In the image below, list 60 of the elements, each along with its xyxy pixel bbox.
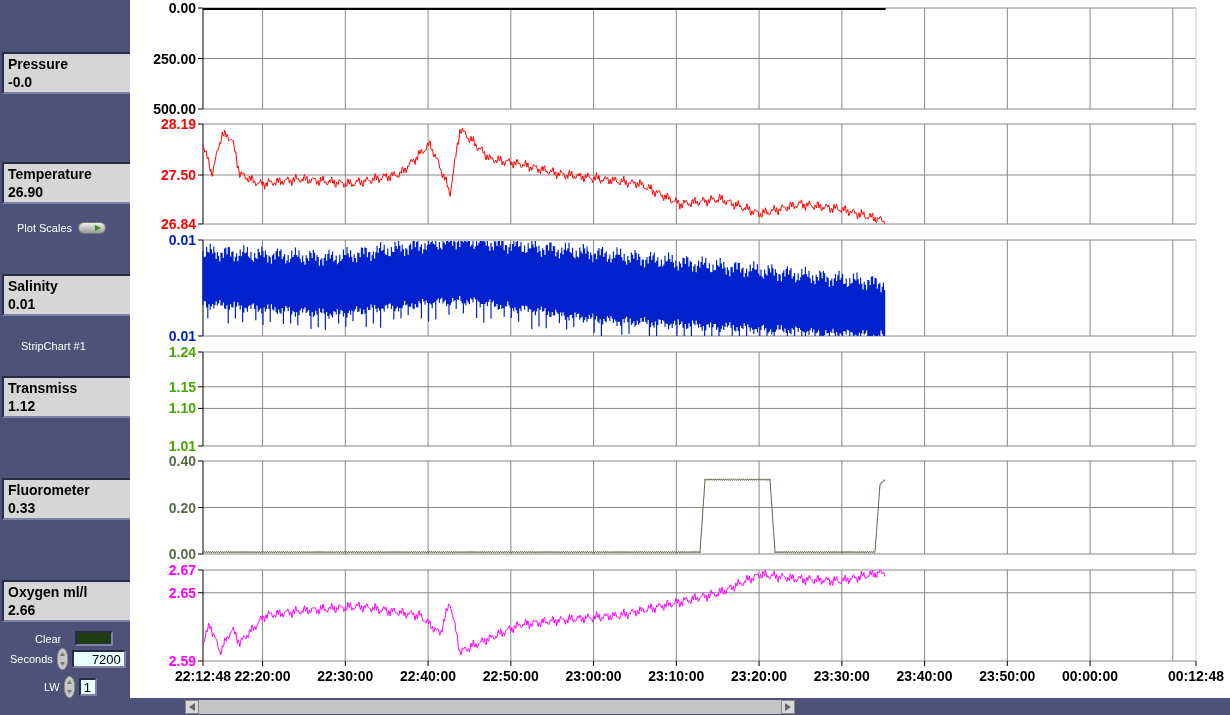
seconds-label: Seconds bbox=[10, 653, 53, 665]
indicator-label: Fluorometer bbox=[8, 481, 91, 499]
indicator-label: Pressure bbox=[8, 55, 69, 73]
time-axis-label: 00:00:00 bbox=[1062, 668, 1119, 684]
y-axis-label: 1.15 bbox=[168, 378, 196, 395]
seconds-field[interactable]: 7200 bbox=[71, 650, 126, 668]
lw-field[interactable]: 1 bbox=[78, 678, 97, 696]
y-axis-label: 0.00 bbox=[168, 546, 196, 562]
time-axis-label: 23:40:00 bbox=[896, 668, 953, 684]
indicator-label: Salinity bbox=[8, 277, 59, 295]
y-axis-label: 0.40 bbox=[168, 453, 196, 469]
indicator-label: Temperature bbox=[8, 165, 93, 183]
lw-label: LW bbox=[44, 681, 60, 693]
y-axis-label: 2.59 bbox=[168, 653, 196, 669]
left-arrow-icon bbox=[189, 702, 195, 711]
y-axis-label: 1.24 bbox=[168, 344, 196, 360]
clear-indicator[interactable] bbox=[75, 631, 114, 646]
indicator-value: 0.33 bbox=[8, 499, 37, 517]
y-axis-label: 0.20 bbox=[168, 499, 196, 516]
y-axis-label: 27.50 bbox=[160, 167, 196, 183]
time-axis-label: 22:12:48 bbox=[175, 668, 231, 684]
y-axis-label: 250.00 bbox=[153, 50, 196, 67]
time-axis-label: 22:20:00 bbox=[234, 668, 291, 684]
plot-scales-label: Plot Scales bbox=[17, 222, 73, 234]
indicator-value: 1.12 bbox=[8, 397, 37, 415]
strip-chart-label: StripChart #1 bbox=[21, 340, 87, 352]
time-axis-label: 23:30:00 bbox=[813, 668, 870, 684]
y-axis-label: 500.00 bbox=[153, 101, 196, 116]
indicator-value: 2.66 bbox=[8, 601, 37, 619]
y-axis-label: 26.84 bbox=[160, 216, 196, 232]
y-axis-label: 2.67 bbox=[168, 562, 196, 578]
time-axis-label: 23:00:00 bbox=[565, 668, 622, 684]
time-axis-label: 23:20:00 bbox=[731, 668, 788, 684]
scroll-left-button[interactable] bbox=[185, 699, 199, 714]
y-axis-label: 2.65 bbox=[168, 584, 196, 601]
indicator-value: -0.0 bbox=[8, 73, 34, 91]
time-axis-label: 00:12:48 bbox=[1168, 668, 1224, 684]
time-axis-label: 22:40:00 bbox=[400, 668, 457, 684]
clear-label: Clear bbox=[35, 632, 62, 645]
indicator-value: 0.01 bbox=[8, 295, 37, 313]
y-axis-label: 28.19 bbox=[160, 116, 196, 132]
y-axis-label: 1.10 bbox=[168, 400, 196, 417]
y-axis-label: 0.01 bbox=[168, 328, 196, 344]
indicator-label: Oxygen ml/l bbox=[8, 583, 89, 601]
spinner-icon[interactable] bbox=[56, 648, 68, 670]
time-axis-label: 22:50:00 bbox=[482, 668, 539, 684]
indicator-value: 26.90 bbox=[8, 183, 45, 201]
right-arrow-icon bbox=[785, 702, 791, 711]
scroll-right-button[interactable] bbox=[781, 699, 795, 714]
time-axis-label: 22:30:00 bbox=[317, 668, 374, 684]
triangle-icon bbox=[94, 224, 103, 232]
spinner-icon[interactable] bbox=[63, 676, 75, 698]
time-axis-label: 23:50:00 bbox=[979, 668, 1036, 684]
plot-scales-toggle[interactable] bbox=[78, 222, 107, 234]
y-axis-label: 0.01 bbox=[168, 232, 196, 248]
time-axis-label: 23:10:00 bbox=[648, 668, 705, 684]
horizontal-scrollbar[interactable] bbox=[185, 699, 795, 714]
y-axis-label: 1.01 bbox=[168, 438, 196, 453]
y-axis-label: 0.00 bbox=[168, 0, 196, 16]
indicator-label: Transmiss bbox=[8, 379, 79, 397]
